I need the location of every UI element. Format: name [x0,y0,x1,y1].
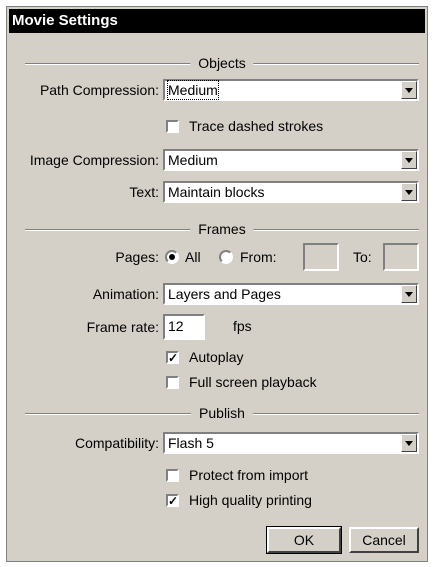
publish-section-header: Publish [25,403,419,423]
cancel-button[interactable]: Cancel [349,527,419,553]
pages-from-field[interactable] [303,243,339,271]
ok-button[interactable]: OK [266,526,342,554]
image-compression-select[interactable]: Medium [163,149,419,171]
checkmark-icon: ✓ [168,494,179,508]
dropdown-arrow-icon[interactable] [401,151,417,169]
dialog-title: Movie Settings [9,9,425,33]
autoplay-label: Autoplay [189,349,244,365]
frames-section-header: Frames [25,219,419,239]
pages-from-radio[interactable] [219,250,233,264]
frame-rate-input[interactable]: 12 [163,314,205,340]
protect-label: Protect from import [189,467,309,483]
pages-all-radio[interactable] [165,250,179,264]
dropdown-arrow-icon[interactable] [401,81,417,99]
frame-rate-label: Frame rate: [86,319,159,335]
trace-dashed-checkbox[interactable] [166,120,179,133]
path-compression-select[interactable]: Medium [163,79,419,101]
pages-to-field[interactable] [383,243,419,271]
objects-section-header: Objects [25,53,419,73]
movie-settings-dialog: Movie Settings Objects Path Compression:… [6,6,428,562]
autoplay-checkbox[interactable]: ✓ [166,351,179,364]
trace-dashed-label: Trace dashed strokes [189,118,324,134]
pages-label: Pages: [115,249,159,265]
hq-print-label: High quality printing [189,492,312,508]
checkmark-icon: ✓ [168,351,179,365]
fps-unit-label: fps [233,318,252,334]
fullscreen-label: Full screen playback [189,374,317,390]
compatibility-select[interactable]: Flash 5 [163,432,419,454]
compatibility-label: Compatibility: [74,435,159,451]
text-label: Text: [129,184,159,200]
animation-label: Animation: [92,286,159,302]
hq-print-checkbox[interactable]: ✓ [166,494,179,507]
dropdown-arrow-icon[interactable] [401,434,417,452]
animation-select[interactable]: Layers and Pages [163,283,419,305]
pages-from-label: From: [240,249,277,265]
path-compression-label: Path Compression: [39,82,159,98]
text-select[interactable]: Maintain blocks [163,181,419,203]
pages-to-label: To: [353,249,372,265]
dropdown-arrow-icon[interactable] [401,285,417,303]
dropdown-arrow-icon[interactable] [401,183,417,201]
image-compression-label: Image Compression: [29,152,159,168]
fullscreen-checkbox[interactable] [166,376,179,389]
protect-checkbox[interactable] [166,469,179,482]
pages-all-label: All [185,249,201,265]
